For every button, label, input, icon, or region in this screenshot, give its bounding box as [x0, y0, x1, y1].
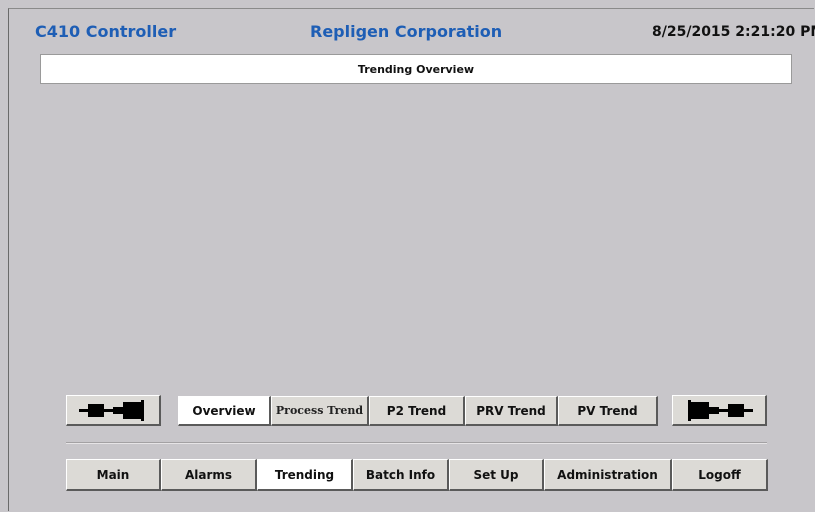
- section-divider: [66, 442, 767, 444]
- next-trend-button[interactable]: [672, 395, 767, 426]
- page-title: Trending Overview: [357, 62, 475, 76]
- tab-overview[interactable]: Overview: [178, 396, 271, 426]
- tab-process-trend-label: Process Trend: [275, 404, 364, 417]
- nav-trending[interactable]: Trending: [257, 459, 353, 491]
- nav-alarms-label: Alarms: [184, 467, 233, 482]
- nav-administration[interactable]: Administration: [544, 459, 672, 491]
- tab-pv-trend-label: PV Trend: [577, 403, 638, 418]
- nav-batch-info-label: Batch Info: [365, 467, 436, 482]
- nav-main[interactable]: Main: [66, 459, 161, 491]
- plug-right-icon: [688, 400, 753, 421]
- tab-process-trend[interactable]: Process Trend: [271, 396, 369, 426]
- nav-set-up[interactable]: Set Up: [449, 459, 544, 491]
- nav-administration-label: Administration: [557, 467, 658, 482]
- page-title-bar: Trending Overview: [40, 54, 792, 84]
- datetime-display: 8/25/2015 2:21:20 PM: [652, 24, 815, 40]
- tab-pv-trend[interactable]: PV Trend: [558, 396, 658, 426]
- nav-logoff-label: Logoff: [698, 467, 741, 482]
- tab-overview-label: Overview: [192, 403, 256, 418]
- tab-p2-trend-label: P2 Trend: [386, 403, 447, 418]
- tab-prv-trend-label: PRV Trend: [476, 403, 546, 418]
- tab-p2-trend[interactable]: P2 Trend: [369, 396, 465, 426]
- nav-batch-info[interactable]: Batch Info: [353, 459, 449, 491]
- nav-trending-label: Trending: [274, 467, 335, 482]
- plug-left-icon: [79, 400, 144, 421]
- nav-main-label: Main: [96, 467, 130, 482]
- nav-set-up-label: Set Up: [473, 467, 519, 482]
- nav-alarms[interactable]: Alarms: [161, 459, 257, 491]
- app-title: C410 Controller: [35, 22, 177, 41]
- company-name: Repligen Corporation: [310, 22, 503, 41]
- nav-logoff[interactable]: Logoff: [672, 459, 768, 491]
- tab-prv-trend[interactable]: PRV Trend: [465, 396, 558, 426]
- previous-trend-button[interactable]: [66, 395, 161, 426]
